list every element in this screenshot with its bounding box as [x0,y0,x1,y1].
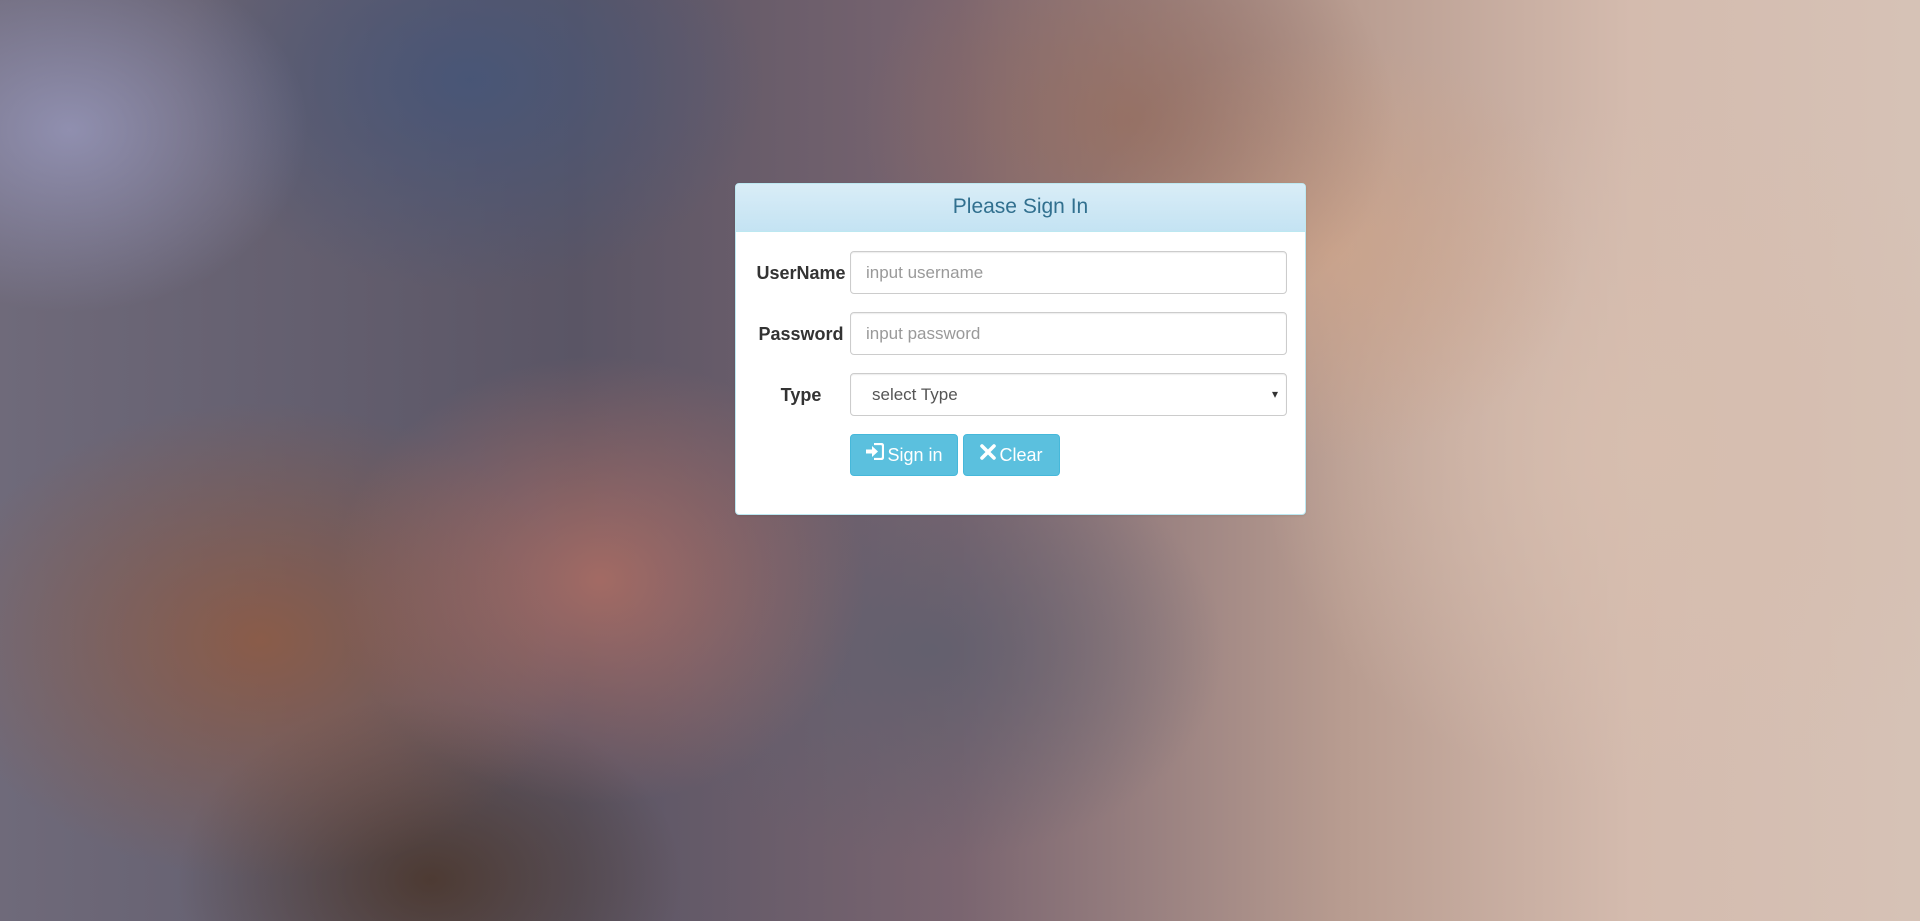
close-icon [980,434,997,474]
type-row: Type select Type ▾ [736,373,1305,417]
username-row: UserName [736,251,1305,295]
sign-in-button[interactable]: Sign in [850,434,958,476]
clear-button[interactable]: Clear [963,434,1060,476]
type-select-value: select Type [872,385,958,404]
username-input[interactable] [850,251,1287,294]
type-label: Type [780,385,822,405]
panel-title: Please Sign In [736,184,1305,232]
button-row: Sign in Clear [736,434,1305,478]
password-row: Password [736,312,1305,356]
sign-in-icon [865,434,885,474]
username-label: UserName [756,263,846,283]
login-panel: Please Sign In UserName Password Type se… [735,183,1306,515]
password-input[interactable] [850,312,1287,355]
password-label: Password [758,324,844,344]
type-select[interactable]: select Type ▾ [850,373,1287,416]
clear-label: Clear [999,445,1043,465]
sign-in-label: Sign in [887,445,943,465]
caret-down-icon: ▾ [1271,387,1278,401]
